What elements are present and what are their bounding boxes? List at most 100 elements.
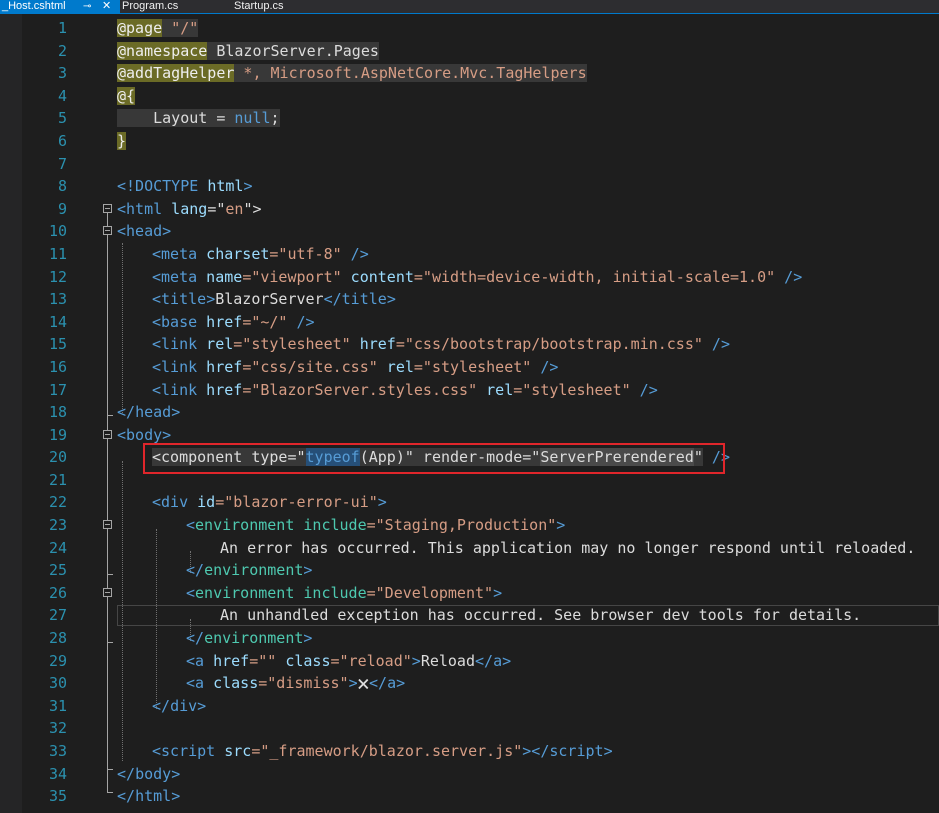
code-token: > <box>162 425 172 444</box>
code-token: name <box>197 267 243 286</box>
code-token: ="BlazorServer.styles.css" <box>242 380 478 399</box>
razor-directive: @{ <box>117 86 136 105</box>
code-line: 1 @page "/" <box>22 17 939 40</box>
line-text: <link href="css/site.css" rel="styleshee… <box>152 356 558 379</box>
line-number: 26 <box>48 583 67 602</box>
code-token: > <box>243 177 253 196</box>
line-text: <link href="BlazorServer.styles.css" rel… <box>152 379 658 402</box>
code-token: </ <box>152 696 171 715</box>
code-token: charset <box>197 244 270 263</box>
code-token: Layout = <box>117 109 235 128</box>
razor-directive: @page <box>117 19 163 37</box>
code-token: rel <box>377 357 414 376</box>
code-line: 4 @{ <box>22 85 939 108</box>
collapse-icon[interactable] <box>103 429 112 439</box>
code-token: div <box>170 696 198 715</box>
code-token: Reload <box>420 651 475 670</box>
line-text: <a class="dismiss">🗙</a> <box>186 672 405 695</box>
code-token: > <box>493 583 503 602</box>
code-line: 23 <environment include="Staging,Producti… <box>22 514 939 537</box>
code-line: 22 <div id="blazor-error-ui"> <box>22 491 939 514</box>
code-token: head <box>126 222 163 241</box>
code-token: BlazorServer.Pages <box>207 41 379 60</box>
line-number: 22 <box>48 493 67 512</box>
code-token: environment <box>204 629 304 648</box>
code-token: a <box>493 651 503 670</box>
code-token: title <box>341 290 387 309</box>
code-line: 24 An error has occurred. This applicatio… <box>22 537 939 560</box>
code-editor[interactable]: 1 @page "/" 2 @namespace BlazorServer.Page… <box>22 17 939 808</box>
code-token: rel <box>477 380 514 399</box>
code-token: < <box>117 199 127 218</box>
line-text: </environment> <box>186 559 312 582</box>
tab-startup-cs[interactable]: Startup.cs <box>234 0 284 13</box>
line-number: 14 <box>48 312 67 331</box>
code-token: title <box>161 290 207 309</box>
code-token: ="css/bootstrap/bootstrap.min.css" <box>395 335 703 354</box>
code-token: href <box>197 312 243 331</box>
code-token: < <box>152 335 162 354</box>
code-line: 8 <!DOCTYPE html> <box>22 175 939 198</box>
code-token: < <box>152 357 162 376</box>
code-token: BlazorServer <box>215 290 324 309</box>
line-number: 15 <box>48 335 67 354</box>
line-number: 13 <box>48 290 67 309</box>
line-number: 16 <box>48 357 67 376</box>
code-token: > <box>377 493 387 512</box>
collapse-icon[interactable] <box>103 587 112 597</box>
collapse-icon[interactable] <box>103 226 112 236</box>
tab-program-cs[interactable]: Program.cs <box>122 0 178 13</box>
line-text: </environment> <box>186 627 312 650</box>
line-number: 8 <box>57 177 67 196</box>
code-token: ="~/" <box>242 312 288 331</box>
line-text: <html lang="en"> <box>117 198 262 221</box>
code-token: < <box>152 290 162 309</box>
close-icon[interactable]: ✕ <box>102 0 111 13</box>
code-token: include <box>294 583 367 602</box>
code-token: < <box>186 583 196 602</box>
code-line: 10 <head> <box>22 220 939 243</box>
code-line: 3 @addTagHelper *, Microsoft.AspNetCore.M… <box>22 62 939 85</box>
code-token: class <box>276 651 331 670</box>
dismiss-glyph: 🗙 <box>357 674 369 693</box>
code-token: < <box>152 742 162 760</box>
code-token: < <box>152 267 162 286</box>
code-token: ="reload" <box>330 651 412 670</box>
line-number: 33 <box>48 742 67 760</box>
code-token: < <box>186 674 196 693</box>
line-text: <environment include="Development"> <box>186 582 502 605</box>
line-number: 29 <box>48 651 67 670</box>
code-line: 18 </head> <box>22 401 939 424</box>
code-token: </ <box>117 787 136 806</box>
line-number: 3 <box>57 64 67 83</box>
code-token: "/" <box>171 19 199 37</box>
line-text: <a href="" class="reload">Reload</a> <box>186 650 511 673</box>
code-token: link <box>161 380 198 399</box>
code-token: body <box>135 764 172 783</box>
code-token: ="stylesheet" <box>413 357 532 376</box>
code-token: < <box>186 516 196 535</box>
code-line: 5 Layout = null; <box>22 107 939 130</box>
collapse-icon[interactable] <box>103 520 112 530</box>
code-token: *, Microsoft.AspNetCore.Mvc.TagHelpers <box>234 64 587 83</box>
code-token: html <box>126 199 163 218</box>
tab-host-cshtml[interactable]: _Host.cshtml ⊸ ✕ <box>0 0 120 13</box>
pin-icon[interactable]: ⊸ <box>83 0 91 13</box>
code-token: <!DOCTYPE <box>117 177 208 196</box>
line-number: 24 <box>48 538 67 557</box>
code-token: rel <box>197 335 234 354</box>
indicator-margin <box>0 14 22 813</box>
line-text: <meta charset="utf-8" /> <box>152 243 369 266</box>
collapse-icon[interactable] <box>103 203 112 213</box>
line-text: </head> <box>117 401 180 424</box>
line-number: 30 <box>48 674 67 693</box>
code-line: 16 <link href="css/site.css" rel="stylesh… <box>22 356 939 379</box>
code-token: a <box>387 674 397 693</box>
code-token: /> <box>775 267 803 286</box>
line-number: 31 <box>48 696 67 715</box>
code-token: > <box>171 764 181 783</box>
code-token: lang <box>162 199 208 218</box>
line-number: 23 <box>48 516 67 535</box>
code-token: html <box>135 787 172 806</box>
code-token: ="blazor-error-ui" <box>215 493 378 512</box>
